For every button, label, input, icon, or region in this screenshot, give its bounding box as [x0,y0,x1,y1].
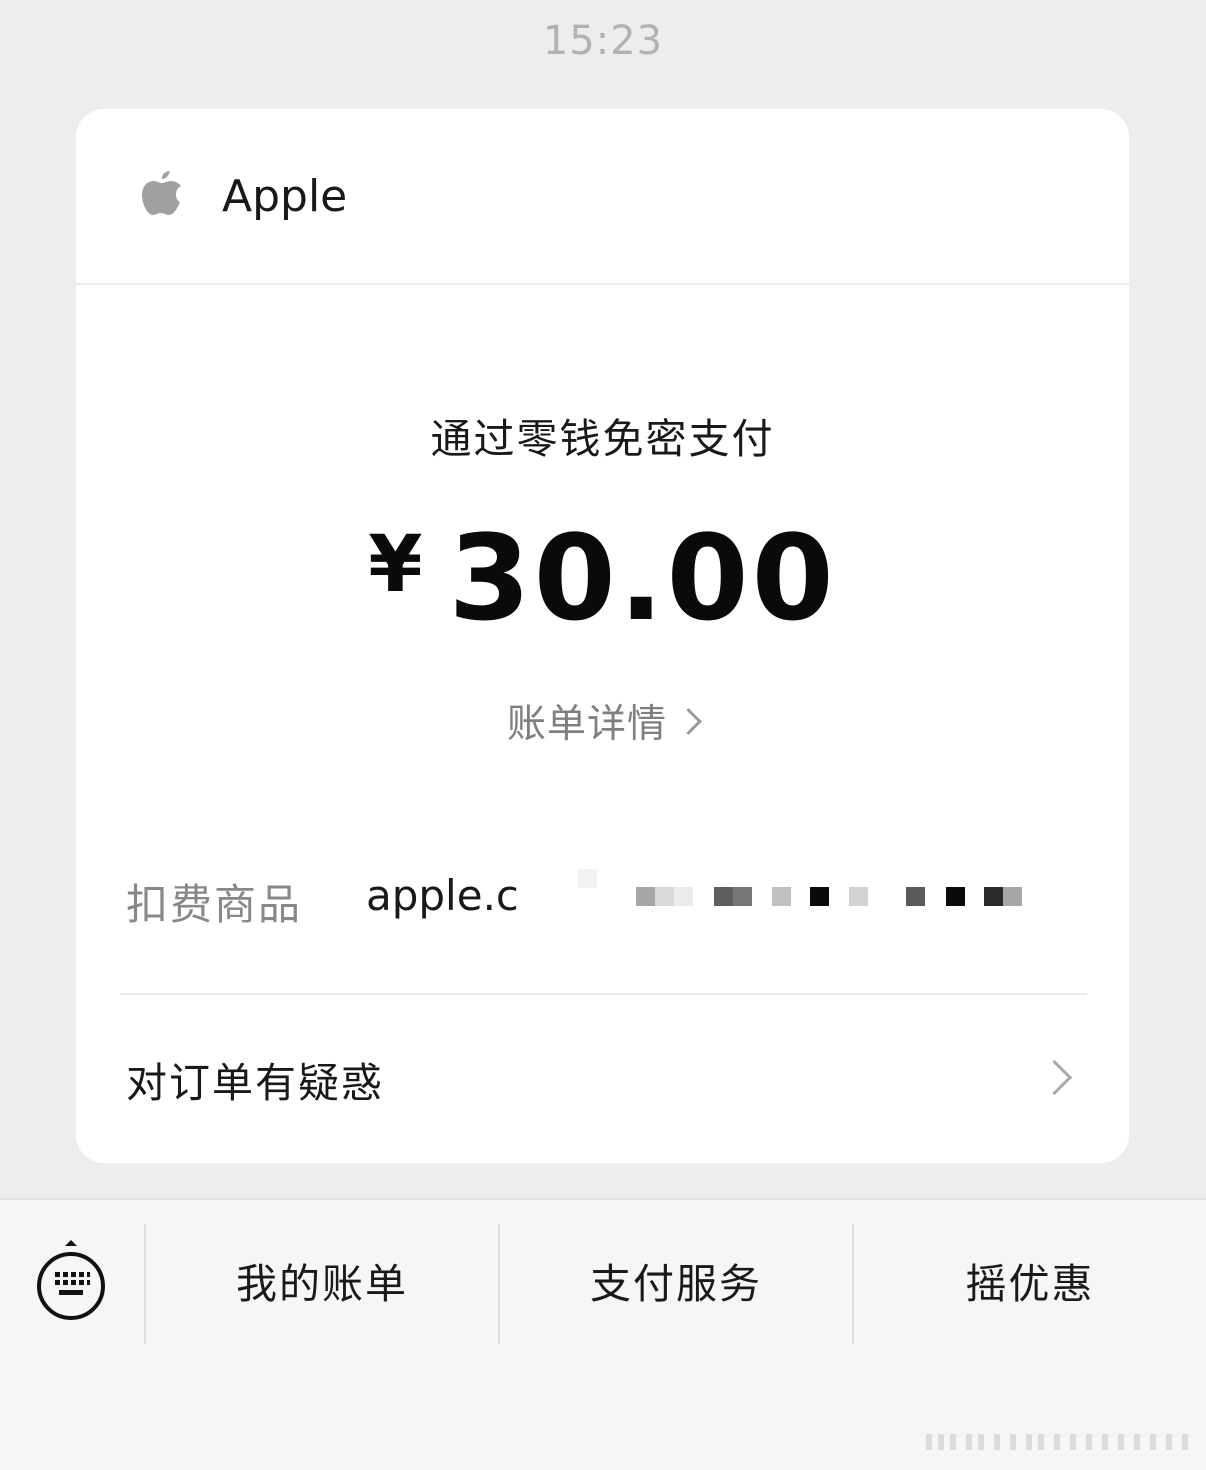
bill-detail-link[interactable]: 账单详情 [76,693,1129,749]
menu-shake-discounts[interactable]: 摇优惠 [852,1224,1206,1344]
payment-method: 通过零钱免密支付 [430,415,775,463]
watermark-bars [926,1434,1188,1450]
apple-logo-icon [142,171,181,215]
payment-card[interactable]: Apple 通过零钱免密支付 ¥30.00 账单详情 扣费商品 apple.c … [76,109,1129,1163]
menu-my-bills[interactable]: 我的账单 [144,1224,498,1344]
merchant-name: Apple [222,171,348,222]
payment-amount: 30.00 [448,509,837,647]
product-value: apple.c [366,871,520,920]
order-query-label: 对订单有疑惑 [126,1059,384,1107]
product-label: 扣费商品 [126,880,303,929]
card-header[interactable]: Apple [76,109,1129,285]
currency-symbol: ¥ [368,520,423,610]
keyboard-icon[interactable] [36,1240,106,1330]
menu-payment-services[interactable]: 支付服务 [498,1224,852,1344]
redacted-text [516,869,1036,929]
message-timestamp: 15:23 [542,18,664,64]
chevron-right-icon [1036,1059,1073,1096]
bill-detail-label: 账单详情 [506,702,667,747]
chevron-right-icon [675,708,702,735]
order-query-row[interactable]: 对订单有疑惑 [76,995,1129,1163]
amount-row: ¥30.00 [76,509,1129,647]
